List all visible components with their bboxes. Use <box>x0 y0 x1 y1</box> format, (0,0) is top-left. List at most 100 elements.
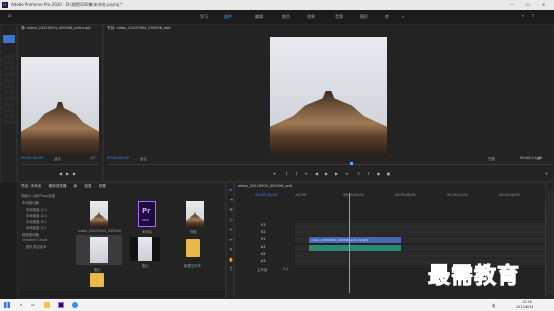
workspace-bar: ⌂ 学习 组件 编辑 颜色 效果 音频 图形 库 » ⌕ ⇪ <box>0 10 554 24</box>
track-label-v1[interactable]: V1 <box>261 237 265 241</box>
audio-clip[interactable] <box>309 245 401 251</box>
taskbar: ⌕ ▭ 英 13:16 2022/8/24 <box>0 299 554 311</box>
app-icon: Pr <box>2 2 8 8</box>
source-preview <box>21 57 99 155</box>
workspace-overflow-icon[interactable]: » <box>402 14 404 19</box>
audio-meter <box>546 182 554 299</box>
timeline-tab[interactable]: video_20220904_000006_edit <box>235 183 545 190</box>
tree-item[interactable]: 本地磁盘 (F:) <box>26 225 46 230</box>
quick-export-icon[interactable]: ⇪ <box>530 13 536 19</box>
asset-thumbnail-selected[interactable] <box>76 235 122 265</box>
input-language[interactable]: 英 <box>492 303 495 308</box>
clock-date[interactable]: 2022/8/24 <box>516 305 533 309</box>
program-quality-select[interactable]: 完整 <box>488 156 495 161</box>
extract-icon[interactable]: ⇪ <box>366 171 371 176</box>
track-v3[interactable] <box>295 223 545 229</box>
watermark-text: 最需教育 <box>427 263 521 290</box>
file-explorer-icon[interactable] <box>44 302 50 308</box>
program-timecode[interactable]: 00;00;00;00 <box>107 156 129 160</box>
add-marker-icon[interactable]: ▾ <box>272 171 277 176</box>
tree-item[interactable]: 本地磁盘 (D:) <box>26 213 47 218</box>
program-monitor-tab[interactable]: 节目: video_20220904_000006_edit <box>104 25 553 32</box>
tree-item[interactable]: 本地磁盘 (E:) <box>26 219 47 224</box>
play-icon[interactable]: ▶ <box>65 171 70 176</box>
step-back-icon[interactable]: ◀ <box>314 171 319 176</box>
timeline-timecode[interactable]: 00;00;00;00 <box>255 193 277 197</box>
folder-icon[interactable] <box>90 273 104 287</box>
project-tabs: 项目: 未命名 媒体浏览器 库 信息 效果 <box>18 183 225 190</box>
track-label-v3[interactable]: V3 <box>261 223 265 227</box>
minimize-button[interactable]: — <box>510 2 514 7</box>
track-label-a1[interactable]: A1 <box>261 245 265 249</box>
asset-thumbnail[interactable] <box>90 201 108 227</box>
task-view-icon[interactable]: ▭ <box>30 302 36 308</box>
ruler-label: 00;00;12;00 <box>447 193 468 197</box>
tree-item[interactable]: 团队项目版本 <box>26 244 46 249</box>
go-to-in-icon[interactable]: ⇤ <box>304 171 309 176</box>
step-back-icon[interactable]: ◀ <box>58 171 63 176</box>
program-scrubber[interactable] <box>107 164 551 165</box>
media-path[interactable]: 电脑(C:)/用户/aa/桌面 <box>21 193 55 198</box>
source-scrubber[interactable] <box>21 164 99 165</box>
tab-media-browser[interactable]: 媒体浏览器 <box>48 184 66 188</box>
tree-item[interactable]: 本地磁盘 (C:) <box>26 207 47 212</box>
asset-thumbnail[interactable] <box>186 201 204 227</box>
tree-item[interactable]: 本地驱动器 <box>22 200 39 205</box>
home-icon[interactable]: ⌂ <box>8 13 11 19</box>
step-forward-icon[interactable]: ▶ <box>334 171 339 176</box>
collapsed-panel-text <box>3 55 15 125</box>
go-to-out-icon[interactable]: ⇥ <box>344 171 349 176</box>
effect-controls-panel <box>0 24 17 182</box>
program-monitor: 节目: video_20220904_000006_edit 00;00;00;… <box>103 24 554 182</box>
tab-editing[interactable]: 编辑 <box>255 14 263 20</box>
folder-icon[interactable] <box>186 239 200 257</box>
source-timecode[interactable]: 00;00;00;00 <box>21 156 43 160</box>
search-icon[interactable]: ⌕ <box>18 302 24 308</box>
collapsed-panel-tab[interactable] <box>3 35 15 43</box>
track-label-a2[interactable]: A2 <box>261 252 265 256</box>
playhead[interactable] <box>349 193 350 293</box>
premiere-taskbar-icon[interactable] <box>58 302 64 308</box>
tab-effects[interactable]: 效果 <box>307 14 315 20</box>
track-label-v2[interactable]: V2 <box>261 230 265 234</box>
timeline-ruler[interactable]: ;00;00 00;00;04;00 00;00;08;00 00;00;12;… <box>295 193 545 203</box>
asset-thumbnail[interactable] <box>130 237 160 261</box>
tab-color[interactable]: 颜色 <box>282 14 290 20</box>
search-icon[interactable]: ⌕ <box>520 13 526 19</box>
tab-project[interactable]: 项目: 未命名 <box>21 184 41 188</box>
close-button[interactable]: ✕ <box>542 2 545 7</box>
source-fit-select[interactable]: 适合 <box>54 156 61 161</box>
tab-assembly[interactable]: 组件 <box>224 14 232 20</box>
tab-graphics[interactable]: 图形 <box>360 14 368 20</box>
tab-audio[interactable]: 音频 <box>335 14 343 20</box>
track-label-a3[interactable]: A3 <box>261 259 265 263</box>
tab-learn[interactable]: 学习 <box>200 14 208 20</box>
windows-logo-icon[interactable] <box>4 302 10 308</box>
mark-in-icon[interactable]: { <box>284 171 289 176</box>
play-icon[interactable]: ▶ <box>324 171 329 176</box>
tree-item[interactable]: 网络驱动器 <box>22 232 39 237</box>
export-frame-icon[interactable]: ◉ <box>376 171 381 176</box>
add-button-icon[interactable]: + <box>544 171 549 176</box>
track-v2[interactable] <box>295 230 545 236</box>
video-clip[interactable]: video_20220904_000006_edit.mp4[V] <box>309 237 401 243</box>
program-fit-select[interactable]: 适合 <box>140 156 147 161</box>
compare-view-icon[interactable]: ▣ <box>386 171 391 176</box>
meter-bar-right <box>551 189 553 294</box>
source-monitor-tab[interactable]: 源: video_20220904_000006_edit.mp4 <box>18 25 102 32</box>
tab-libraries[interactable]: 库 <box>385 14 389 20</box>
asset-thumbnail[interactable]: Pr PROJ <box>138 201 156 227</box>
browser-taskbar-icon[interactable] <box>72 302 78 308</box>
program-playhead-marker[interactable] <box>350 162 353 165</box>
maximize-button[interactable]: ☐ <box>526 2 530 7</box>
tab-info[interactable]: 信息 <box>84 184 91 188</box>
tree-item[interactable]: Creative Cloud <box>22 238 47 242</box>
clock-time[interactable]: 13:16 <box>522 300 532 304</box>
master-track-value[interactable]: 0.0 <box>283 267 288 271</box>
lift-icon[interactable]: ⇧ <box>356 171 361 176</box>
tab-libraries[interactable]: 库 <box>74 184 78 188</box>
step-forward-icon[interactable]: ▶ <box>72 171 77 176</box>
settings-icon[interactable]: ⚙ <box>536 156 541 161</box>
mark-out-icon[interactable]: } <box>294 171 299 176</box>
tab-effects[interactable]: 效果 <box>99 184 106 188</box>
